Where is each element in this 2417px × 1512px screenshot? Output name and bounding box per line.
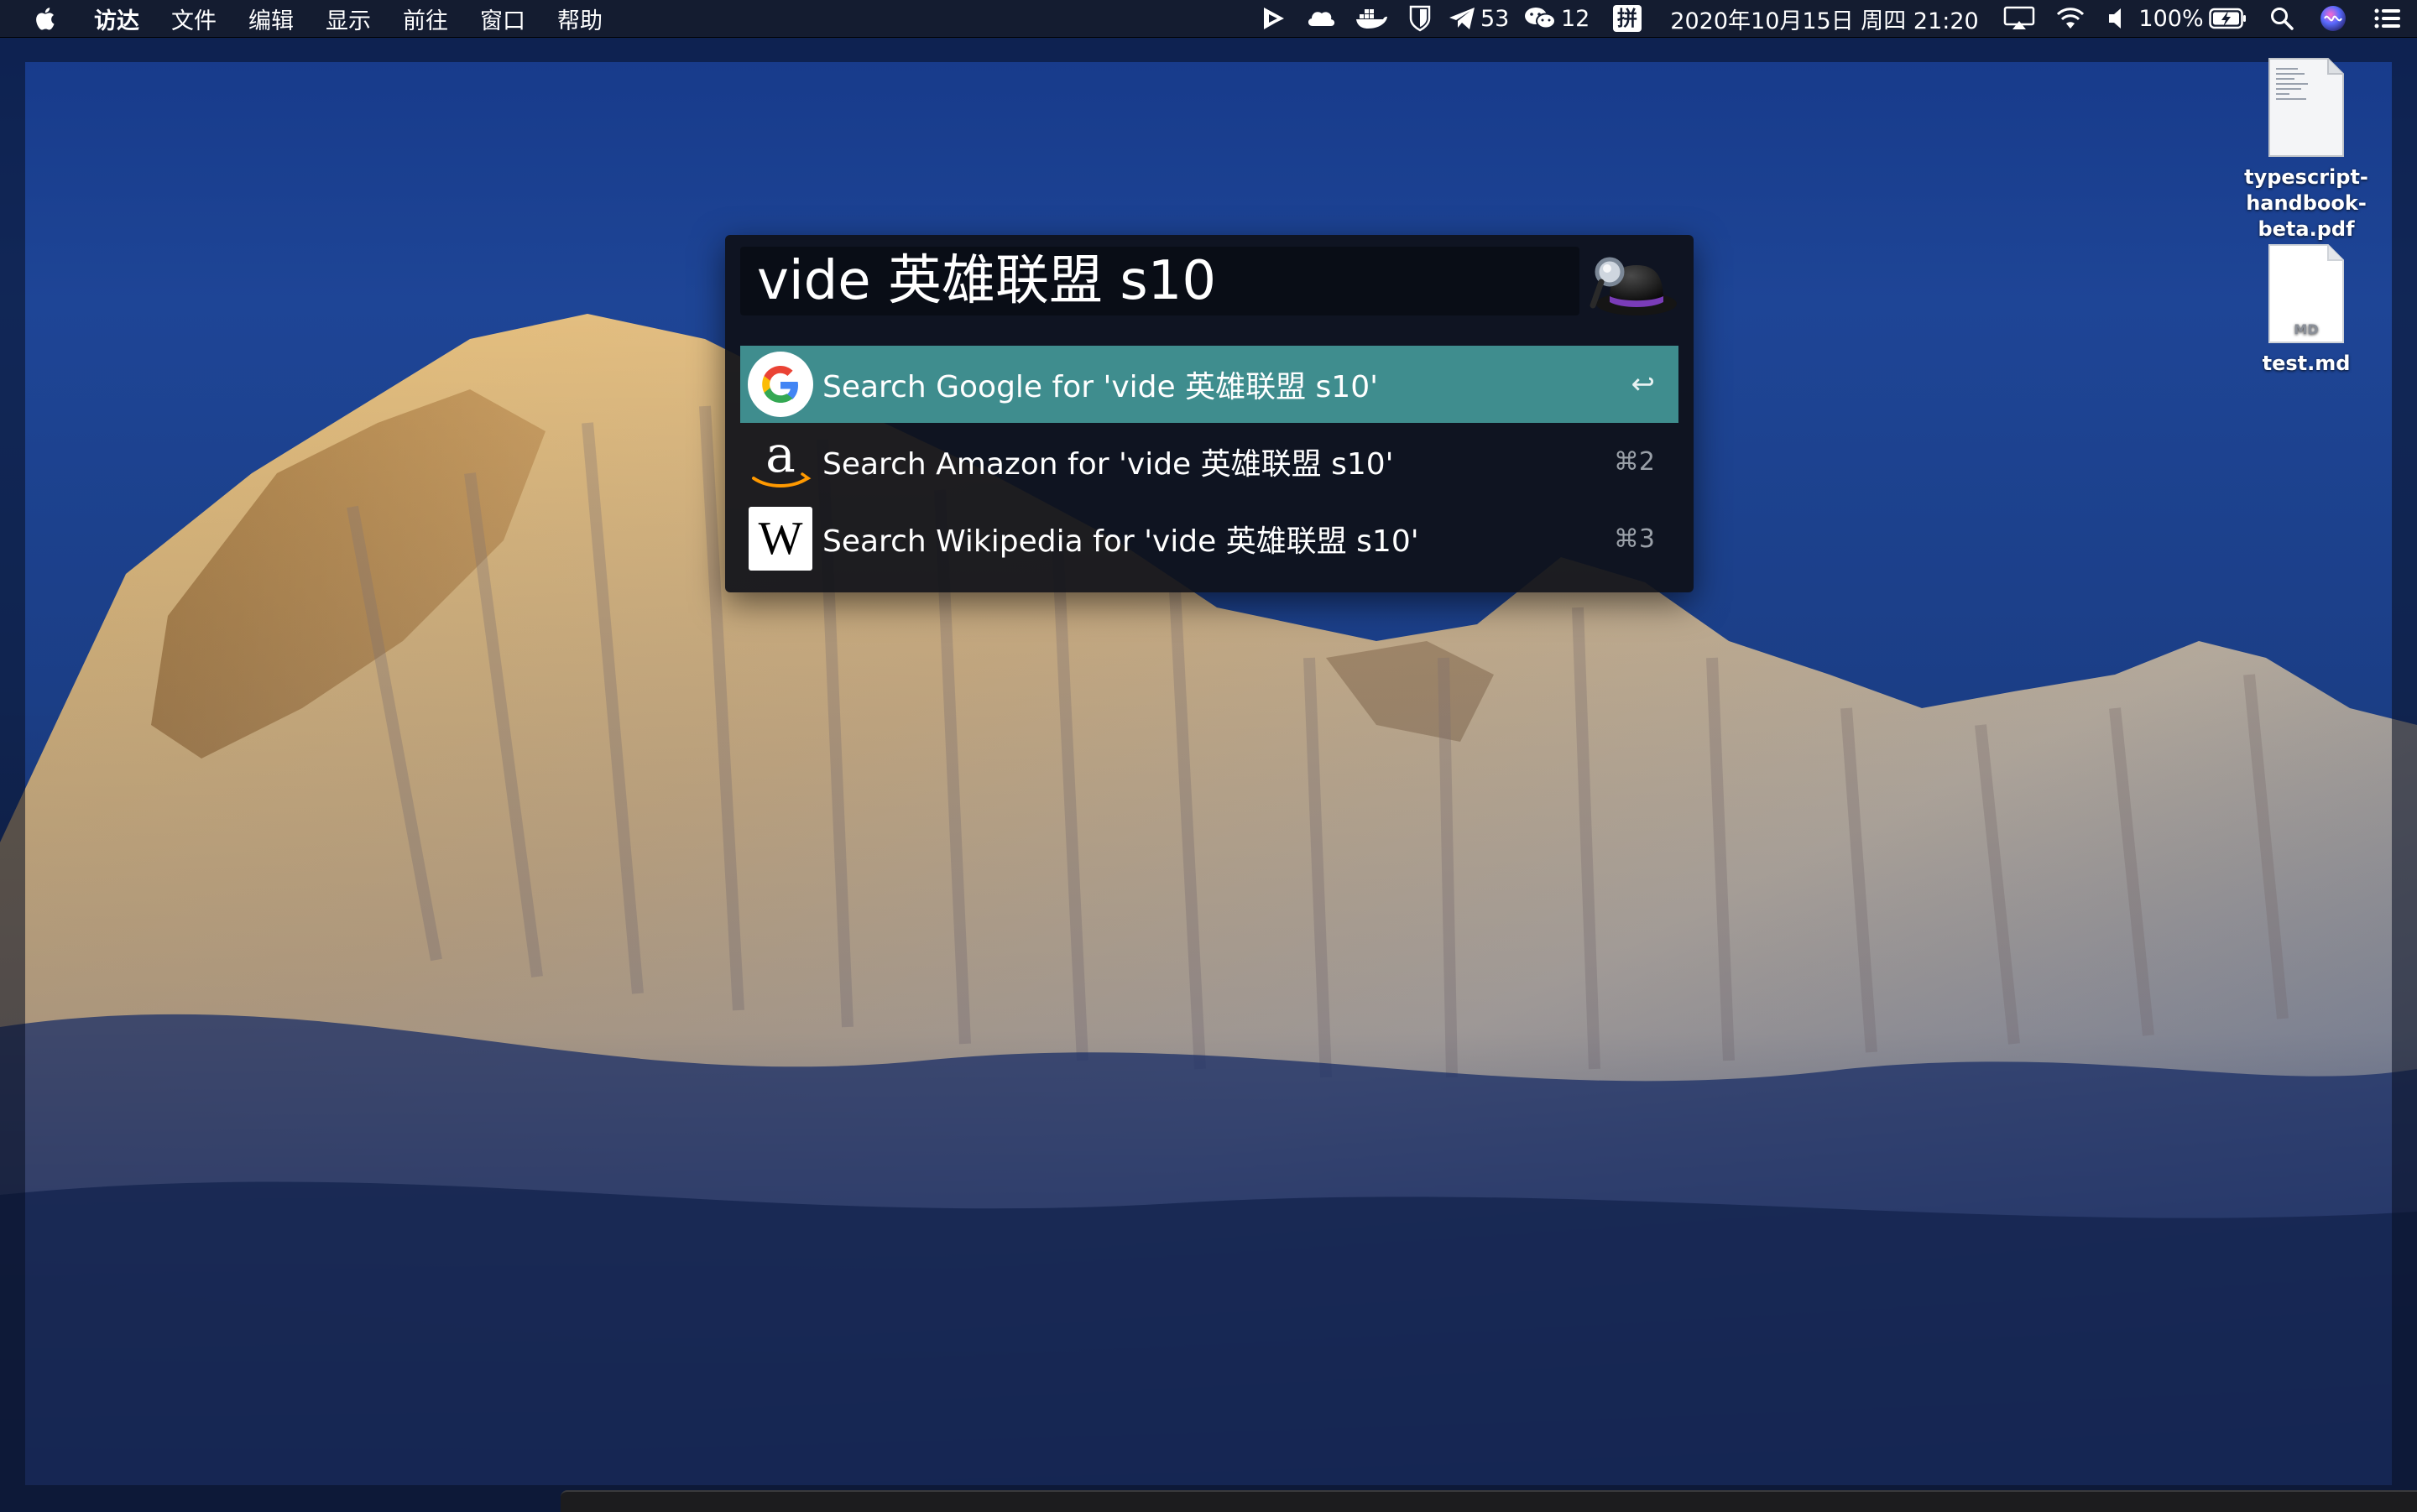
input-method-label: 拼 (1613, 5, 1642, 32)
result-shortcut: ↩ (1631, 368, 1656, 401)
telegram-count: 53 (1480, 5, 1510, 32)
datetime[interactable]: 2020年10月15日 周四 21:20 (1657, 0, 1992, 37)
apple-icon[interactable] (34, 4, 59, 33)
svg-text:W: W (759, 513, 803, 565)
menu-go[interactable]: 前往 (403, 3, 448, 35)
wechat-count: 12 (1561, 5, 1590, 32)
menu-file[interactable]: 文件 (171, 3, 217, 35)
bitwarden-icon[interactable] (1396, 0, 1443, 37)
alfred-hat-icon[interactable] (1588, 250, 1680, 321)
menu-window[interactable]: 窗口 (480, 3, 525, 35)
launcher-window: vide 英雄联盟 s10 Search Google for 'vide 英雄… (725, 235, 1694, 592)
result-label: Search Wikipedia for 'vide 英雄联盟 s10' (822, 524, 1419, 559)
play-icon[interactable] (1252, 0, 1296, 37)
result-label: Search Google for 'vide 英雄联盟 s10' (822, 370, 1379, 404)
control-center-icon[interactable] (2358, 0, 2417, 37)
result-amazon[interactable]: a Search Amazon for 'vide 英雄联盟 s10' ⌘2 (740, 423, 1678, 500)
app-menus: 访达 文件 编辑 显示 前往 窗口 帮助 (0, 0, 634, 37)
siri-icon[interactable] (2308, 0, 2358, 37)
airplay-icon[interactable] (1992, 0, 2046, 37)
result-shortcut: ⌘2 (1613, 446, 1655, 477)
battery-icon[interactable] (2200, 0, 2256, 37)
markdown-file-icon: MD (2268, 244, 2344, 343)
file-name: typescript- (2244, 165, 2368, 189)
result-shortcut: ⌘3 (1613, 524, 1655, 554)
dock-edge (561, 1490, 2417, 1512)
result-wikipedia[interactable]: W Search Wikipedia for 'vide 英雄联盟 s10' ⌘… (740, 500, 1678, 577)
desktop-file-md[interactable]: MD test.md (2206, 242, 2407, 377)
wikipedia-icon: W (749, 507, 812, 571)
input-method-icon[interactable]: 拼 (1598, 0, 1657, 37)
cloud-icon[interactable] (1296, 0, 1346, 37)
result-google[interactable]: Search Google for 'vide 英雄联盟 s10' ↩ (740, 346, 1678, 423)
volume-icon[interactable] (2095, 0, 2142, 37)
menu-help[interactable]: 帮助 (557, 3, 603, 35)
telegram-icon[interactable] (1443, 0, 1480, 37)
status-area: 53 12 拼 2020年10月15日 周四 21:20 100% (1252, 0, 2417, 37)
desktop-file-pdf[interactable]: typescript- handbook-beta.pdf (2206, 55, 2407, 242)
google-icon (748, 352, 813, 417)
result-label: Search Amazon for 'vide 英雄联盟 s10' (822, 447, 1394, 482)
menu-bar: 访达 文件 编辑 显示 前往 窗口 帮助 53 12 拼 2020年10月15日… (0, 0, 2417, 38)
menu-finder[interactable]: 访达 (94, 3, 139, 35)
amazon-icon: a (752, 428, 812, 487)
file-badge: MD (2294, 321, 2318, 337)
file-name: test.md (2262, 352, 2351, 375)
menu-view[interactable]: 显示 (326, 3, 371, 35)
menu-edit[interactable]: 编辑 (248, 3, 294, 35)
spotlight-icon[interactable] (2256, 0, 2308, 37)
search-query-text[interactable]: vide 英雄联盟 s10 (757, 252, 1216, 310)
wechat-icon[interactable] (1519, 0, 1561, 37)
battery-percent: 100% (2138, 5, 2204, 32)
pdf-file-icon (2268, 58, 2344, 157)
svg-text:a: a (765, 428, 796, 484)
file-name-continued: handbook-beta.pdf (2246, 191, 2367, 241)
wifi-icon[interactable] (2046, 0, 2095, 37)
docker-icon[interactable] (1346, 0, 1396, 37)
